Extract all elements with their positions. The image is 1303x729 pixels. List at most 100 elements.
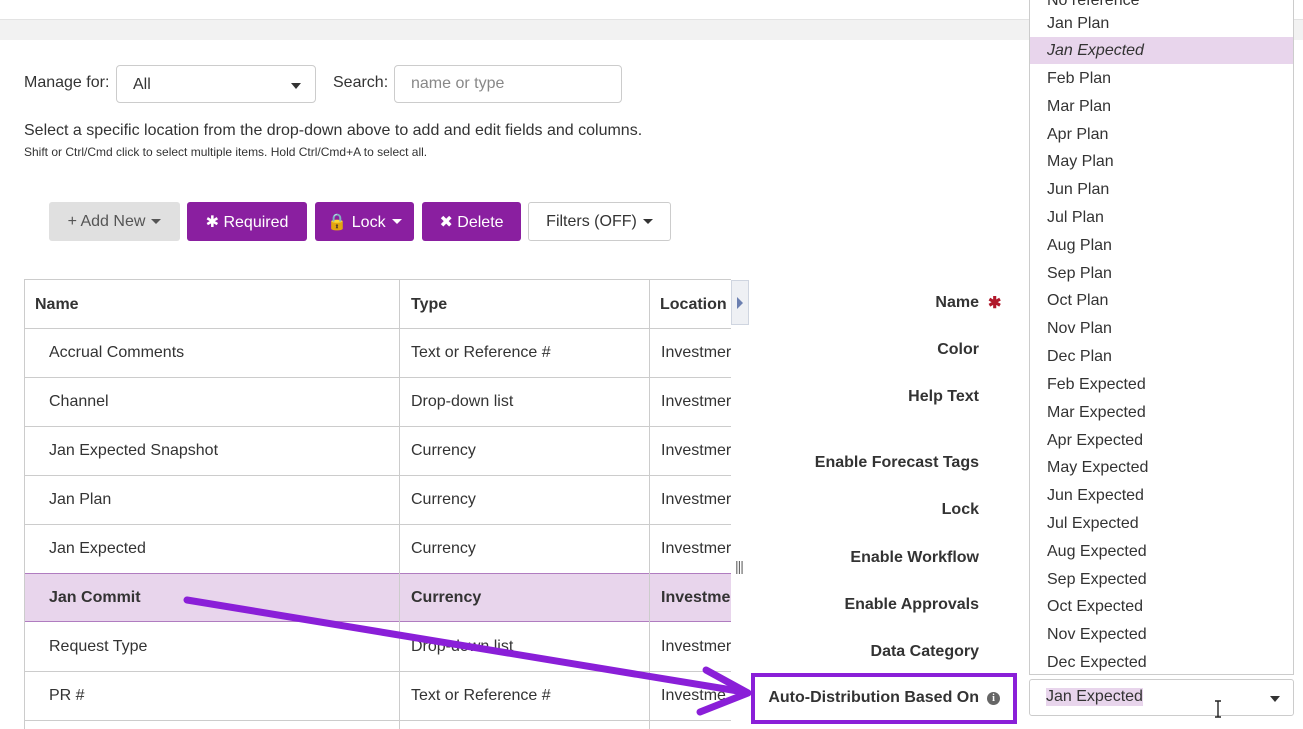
- dropdown-option[interactable]: Feb Expected: [1030, 371, 1293, 398]
- filters-label: Filters (OFF): [546, 212, 637, 230]
- cell-name: Jan Plan: [49, 491, 112, 508]
- dropdown-option[interactable]: Jun Plan: [1030, 176, 1293, 203]
- dropdown-option[interactable]: Nov Expected: [1030, 621, 1293, 648]
- form-label-lock: Lock: [941, 501, 979, 518]
- cell-name: PR #: [49, 687, 85, 704]
- dropdown-option[interactable]: Sep Expected: [1030, 566, 1293, 593]
- text-cursor-icon: [1215, 700, 1221, 718]
- cell-type: Currency: [411, 442, 476, 459]
- cell-location: Investmer: [661, 638, 731, 655]
- fields-table: Name Type Location Accrual Comments Text…: [24, 279, 731, 729]
- dropdown-option[interactable]: Dec Expected: [1030, 649, 1293, 674]
- lock-button[interactable]: 🔒 Lock: [315, 202, 414, 241]
- form-label-help-text: Help Text: [908, 388, 979, 405]
- cell-type: Drop-down list: [411, 393, 514, 410]
- cell-location: Investme: [661, 687, 726, 704]
- dropdown-option[interactable]: Feb Plan: [1030, 65, 1293, 92]
- search-label: Search:: [333, 74, 389, 91]
- cell-location: Investmer: [661, 442, 731, 459]
- expand-columns-toggle[interactable]: [731, 280, 749, 325]
- chevron-down-icon: [151, 219, 162, 224]
- cell-name: Jan Expected Snapshot: [49, 442, 219, 459]
- filters-button[interactable]: Filters (OFF): [528, 202, 671, 241]
- cell-name: Channel: [49, 393, 109, 410]
- column-header-type[interactable]: Type: [411, 280, 447, 329]
- table-row[interactable]: Channel Drop-down list Investmer: [25, 378, 731, 427]
- cell-location: Investmer: [661, 540, 731, 557]
- dropdown-option[interactable]: Jul Expected: [1030, 510, 1293, 537]
- chevron-down-icon: [291, 83, 301, 89]
- form-label-data-category: Data Category: [870, 643, 979, 660]
- form-label-enable-approvals: Enable Approvals: [844, 596, 979, 613]
- dropdown-option-highlighted[interactable]: Jan Expected: [1030, 37, 1293, 64]
- dropdown-option[interactable]: May Plan: [1030, 148, 1293, 175]
- cell-type: Currency: [411, 540, 476, 557]
- chevron-right-icon: [737, 297, 743, 309]
- cell-type: Drop-down list: [411, 638, 514, 655]
- dropdown-option[interactable]: Oct Plan: [1030, 287, 1293, 314]
- cell-type: Currency: [411, 491, 476, 508]
- auto-distribution-selected-value: Jan Expected: [1046, 688, 1143, 706]
- cell-name: Accrual Comments: [49, 344, 185, 361]
- chevron-down-icon: [642, 219, 653, 224]
- cell-location: Investmer: [661, 491, 731, 508]
- cell-type: Text or Reference #: [411, 344, 551, 361]
- cell-type: Text or Reference #: [411, 687, 551, 704]
- cell-location: Investmer: [661, 393, 731, 410]
- dropdown-option[interactable]: Aug Expected: [1030, 538, 1293, 565]
- table-row[interactable]: Jan Expected Currency Investmer: [25, 525, 731, 574]
- add-new-label: + Add New: [67, 212, 146, 230]
- form-label-enable-forecast-tags: Enable Forecast Tags: [814, 454, 979, 471]
- manage-for-select[interactable]: All: [116, 65, 316, 103]
- cell-name: Request Type: [49, 638, 148, 655]
- dropdown-option[interactable]: Oct Expected: [1030, 593, 1293, 620]
- dropdown-option[interactable]: Mar Expected: [1030, 399, 1293, 426]
- info-icon[interactable]: i: [987, 692, 1000, 705]
- chevron-down-icon: [1270, 696, 1280, 702]
- column-header-location[interactable]: Location: [660, 280, 727, 329]
- dropdown-option[interactable]: May Expected: [1030, 454, 1293, 481]
- dropdown-option[interactable]: Nov Plan: [1030, 315, 1293, 342]
- cell-name: Jan Expected: [49, 540, 146, 557]
- form-label-name: Name: [935, 294, 979, 311]
- add-new-button[interactable]: + Add New: [49, 202, 180, 241]
- dropdown-option[interactable]: Sep Plan: [1030, 260, 1293, 287]
- form-label-color: Color: [937, 341, 979, 358]
- column-divider: [649, 280, 650, 729]
- dropdown-option[interactable]: Aug Plan: [1030, 232, 1293, 259]
- panel-resize-handle[interactable]: |||: [735, 558, 744, 574]
- location-hint: Select a specific location from the drop…: [24, 122, 643, 139]
- table-row[interactable]: Request Type Drop-down list Investmer: [25, 623, 731, 672]
- multi-select-hint: Shift or Ctrl/Cmd click to select multip…: [24, 145, 428, 159]
- table-row[interactable]: PR # Text or Reference # Investme: [25, 672, 731, 721]
- manage-for-value: All: [133, 76, 151, 93]
- cell-location: Investme: [661, 589, 731, 606]
- cell-name: Jan Commit: [49, 589, 141, 606]
- dropdown-option[interactable]: Apr Expected: [1030, 427, 1293, 454]
- form-label-auto-distribution: Auto-Distribution Based On i: [768, 689, 1000, 707]
- dropdown-option[interactable]: Jun Expected: [1030, 482, 1293, 509]
- required-asterisk-icon: ✱: [988, 295, 1002, 312]
- form-label-enable-workflow: Enable Workflow: [850, 549, 979, 566]
- dropdown-option[interactable]: Dec Plan: [1030, 343, 1293, 370]
- delete-button[interactable]: ✖ Delete: [422, 202, 521, 241]
- table-row-selected[interactable]: Jan Commit Currency Investme: [25, 573, 731, 622]
- column-divider: [399, 280, 400, 729]
- required-label: ✱ Required: [205, 213, 289, 231]
- dropdown-option[interactable]: Jan Plan: [1030, 10, 1293, 37]
- required-button[interactable]: ✱ Required: [187, 202, 307, 241]
- cell-location: Investmer: [661, 344, 731, 361]
- delete-label: ✖ Delete: [439, 213, 504, 231]
- table-row[interactable]: Accrual Comments Text or Reference # Inv…: [25, 329, 731, 378]
- column-header-name[interactable]: Name: [35, 280, 79, 329]
- auto-distribution-select[interactable]: Jan Expected: [1029, 679, 1294, 716]
- dropdown-option[interactable]: Mar Plan: [1030, 93, 1293, 120]
- manage-for-label: Manage for:: [24, 74, 110, 91]
- table-header: Name Type Location: [25, 280, 731, 329]
- search-input[interactable]: [394, 65, 622, 103]
- auto-distribution-dropdown-list[interactable]: No reference Jan Plan Jan Expected Feb P…: [1029, 0, 1294, 675]
- dropdown-option[interactable]: Apr Plan: [1030, 121, 1293, 148]
- dropdown-option[interactable]: Jul Plan: [1030, 204, 1293, 231]
- table-row[interactable]: Jan Expected Snapshot Currency Investmer: [25, 427, 731, 476]
- table-row[interactable]: Jan Plan Currency Investmer: [25, 476, 731, 525]
